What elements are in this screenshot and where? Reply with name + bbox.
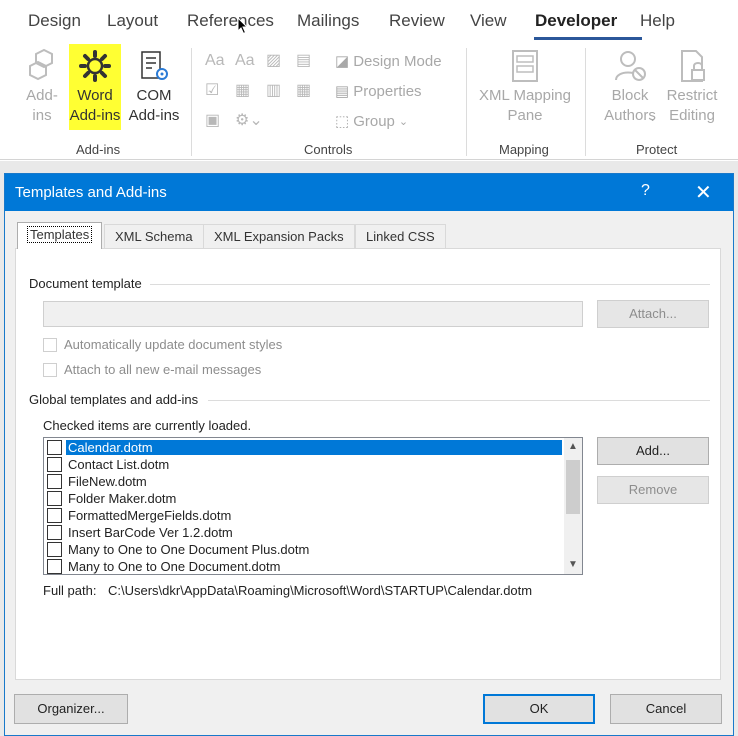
- tab-references[interactable]: References: [187, 11, 274, 31]
- tab-design[interactable]: Design: [28, 11, 81, 31]
- checkbox-control-icon[interactable]: ☑: [205, 80, 219, 100]
- list-scrollbar[interactable]: ▲ ▼: [564, 438, 582, 574]
- item-checkbox[interactable]: [47, 457, 62, 472]
- global-templates-list[interactable]: Calendar.dotm Contact List.dotm FileNew.…: [43, 437, 583, 575]
- scroll-up-icon[interactable]: ▲: [568, 441, 578, 452]
- chevron-down-icon: ⌄: [648, 112, 658, 124]
- tab-developer[interactable]: Developer: [535, 11, 617, 31]
- design-mode-button[interactable]: ◪ Design Mode: [335, 52, 442, 71]
- checked-items-note: Checked items are currently loaded.: [43, 418, 252, 433]
- group-label-controls: Controls: [304, 142, 353, 157]
- templates-panel: Document template Attach... Automaticall…: [15, 248, 721, 680]
- addins-button[interactable]: Add- ins: [20, 48, 64, 126]
- tab-help[interactable]: Help: [640, 11, 675, 31]
- divider: [208, 400, 710, 401]
- cancel-button[interactable]: Cancel: [610, 694, 722, 724]
- gear-icon: [79, 50, 111, 82]
- group-label-mapping: Mapping: [499, 142, 549, 157]
- picture-control-icon[interactable]: ▨: [266, 50, 281, 70]
- chevron-down-icon: ⌄: [398, 115, 409, 128]
- group-label-protect: Protect: [636, 142, 678, 157]
- dialog-title: Templates and Add-ins: [15, 184, 167, 201]
- attach-button[interactable]: Attach...: [597, 300, 709, 328]
- hexagon-addins-icon: [29, 48, 53, 81]
- list-item[interactable]: Calendar.dotm: [44, 439, 564, 456]
- design-mode-icon: ◪: [335, 53, 350, 70]
- full-path-value: C:\Users\dkr\AppData\Roaming\Microsoft\W…: [108, 583, 533, 598]
- list-item[interactable]: FileNew.dotm: [44, 473, 564, 490]
- tab-mailings[interactable]: Mailings: [297, 11, 359, 31]
- group-separator: [585, 48, 586, 156]
- group-label-addins: Add-ins: [76, 142, 121, 157]
- divider: [150, 284, 710, 285]
- legacy-tools-icon[interactable]: ⚙⌄: [235, 110, 263, 130]
- item-checkbox[interactable]: [47, 440, 62, 455]
- tab-xml-schema[interactable]: XML Schema: [104, 224, 204, 248]
- full-path-label: Full path:: [43, 583, 97, 598]
- remove-button[interactable]: Remove: [597, 476, 709, 504]
- document-template-label: Document template: [29, 276, 142, 291]
- list-item[interactable]: Many to One to One Document.dotm: [44, 558, 564, 574]
- group-separator: [191, 48, 192, 156]
- scroll-down-icon[interactable]: ▼: [568, 559, 578, 570]
- scrollbar-thumb[interactable]: [566, 460, 580, 514]
- properties-icon: ▤: [335, 83, 350, 100]
- repeating-section-control-icon[interactable]: ▣: [205, 110, 220, 130]
- plain-text-control-icon[interactable]: Aa: [235, 52, 255, 70]
- block-authors-button[interactable]: Block Authors ⌄: [596, 48, 664, 126]
- item-checkbox[interactable]: [47, 559, 62, 574]
- auto-update-checkbox[interactable]: [43, 337, 57, 352]
- group-button[interactable]: ⬚ Group ⌄: [335, 112, 409, 131]
- lock-document-icon: [681, 50, 705, 82]
- ok-button[interactable]: OK: [483, 694, 595, 724]
- mouse-cursor-icon: [237, 17, 249, 35]
- item-checkbox[interactable]: [47, 491, 62, 506]
- tab-layout[interactable]: Layout: [107, 11, 158, 31]
- block-authors-icon: [615, 51, 646, 81]
- group-separator: [466, 48, 467, 156]
- tab-review[interactable]: Review: [389, 11, 445, 31]
- templates-addins-dialog: Templates and Add-ins ? ✕ Templates XML …: [4, 173, 734, 736]
- group-icon: ⬚: [335, 113, 350, 130]
- auto-update-checkbox-row[interactable]: Automatically update document styles: [43, 337, 282, 352]
- item-checkbox[interactable]: [47, 525, 62, 540]
- attach-email-checkbox-row[interactable]: Attach to all new e-mail messages: [43, 362, 261, 377]
- properties-button[interactable]: ▤ Properties: [335, 82, 422, 101]
- ribbon-tab-bar: Design Layout References Mailings Review…: [0, 0, 738, 44]
- close-icon[interactable]: ✕: [695, 180, 712, 205]
- list-item[interactable]: Contact List.dotm: [44, 456, 564, 473]
- combo-box-control-icon[interactable]: ▦: [235, 80, 250, 100]
- item-checkbox[interactable]: [47, 474, 62, 489]
- word-addins-button[interactable]: Word Add-ins: [69, 48, 121, 126]
- list-item[interactable]: Folder Maker.dotm: [44, 490, 564, 507]
- building-block-control-icon[interactable]: ▤: [296, 50, 311, 70]
- list-item[interactable]: Insert BarCode Ver 1.2.dotm: [44, 524, 564, 541]
- com-addins-button[interactable]: COM Add-ins: [126, 48, 182, 126]
- item-checkbox[interactable]: [47, 508, 62, 523]
- tab-view[interactable]: View: [470, 11, 507, 31]
- attach-email-checkbox[interactable]: [43, 362, 57, 377]
- list-item[interactable]: Many to One to One Document Plus.dotm: [44, 541, 564, 558]
- document-template-field[interactable]: [43, 301, 583, 327]
- list-item[interactable]: FormattedMergeFields.dotm: [44, 507, 564, 524]
- active-tab-indicator: [534, 37, 642, 40]
- dialog-titlebar: Templates and Add-ins ? ✕: [5, 174, 733, 211]
- item-checkbox[interactable]: [47, 542, 62, 557]
- global-templates-label: Global templates and add-ins: [29, 392, 199, 407]
- xml-mapping-icon: [512, 50, 538, 82]
- add-button[interactable]: Add...: [597, 437, 709, 465]
- tab-xml-expansion-packs[interactable]: XML Expansion Packs: [203, 224, 355, 248]
- com-addins-icon: [141, 51, 168, 80]
- help-button[interactable]: ?: [641, 182, 650, 200]
- date-picker-control-icon[interactable]: ▦: [296, 80, 311, 100]
- tab-linked-css[interactable]: Linked CSS: [355, 224, 446, 248]
- organizer-button[interactable]: Organizer...: [14, 694, 128, 724]
- dropdown-control-icon[interactable]: ▥: [266, 80, 281, 100]
- rich-text-control-icon[interactable]: Aa: [205, 52, 225, 70]
- ribbon: Add- ins Word Add-ins COM Add-ins Add-in…: [0, 44, 738, 160]
- word-window: Design Layout References Mailings Review…: [0, 0, 738, 736]
- restrict-editing-button[interactable]: Restrict Editing: [664, 48, 720, 126]
- xml-mapping-pane-button[interactable]: XML Mapping Pane: [476, 48, 574, 126]
- tab-templates[interactable]: Templates: [17, 222, 103, 249]
